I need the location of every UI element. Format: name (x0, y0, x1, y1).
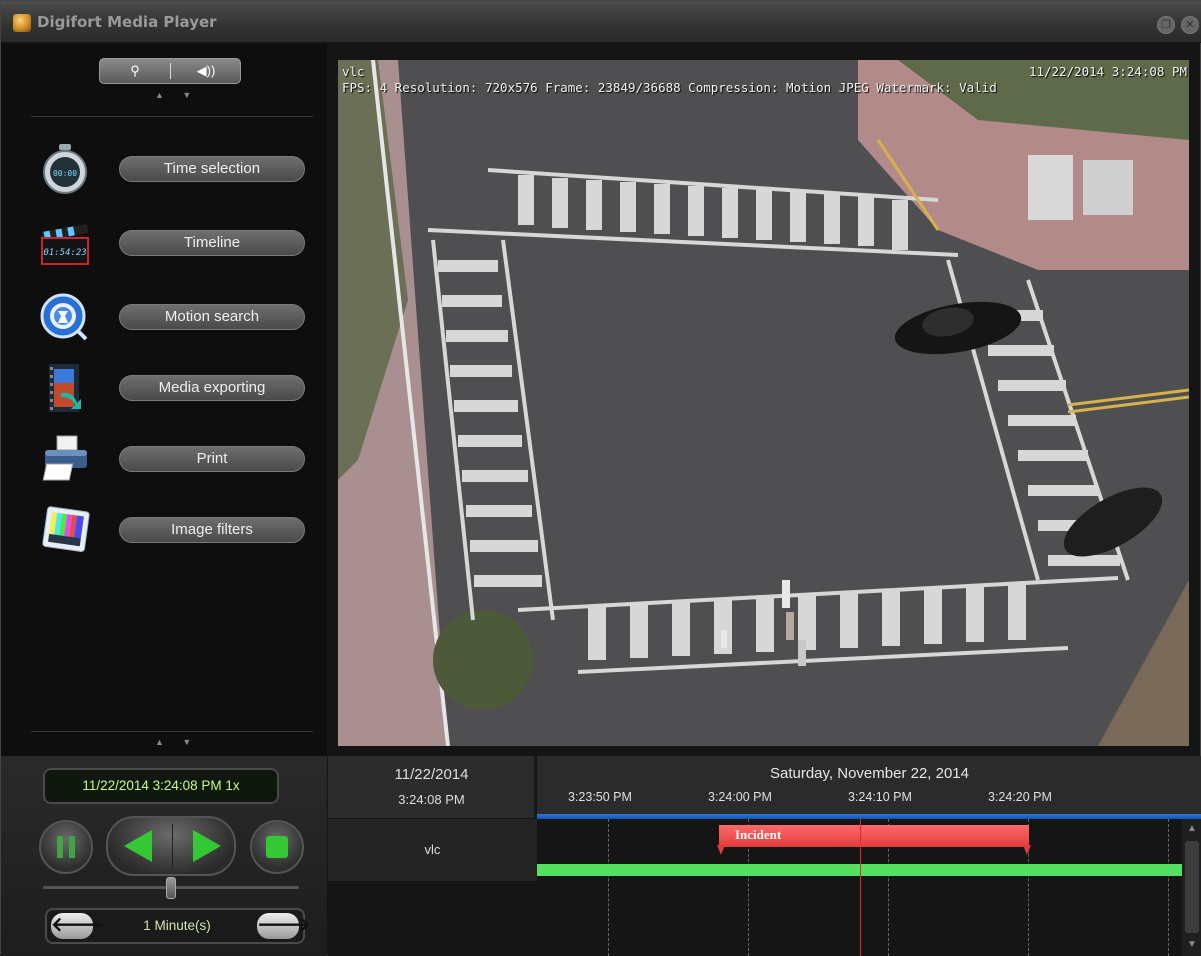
time-selection-button[interactable]: Time selection (119, 156, 305, 182)
current-time-display: 11/22/2014 3:24:08 PM 1x (43, 768, 279, 804)
print-button[interactable]: Print (119, 446, 305, 472)
svg-text:00:00: 00:00 (53, 169, 77, 178)
motion-search-icon (40, 293, 88, 341)
scrollbar-thumb[interactable] (1185, 841, 1199, 933)
film-export-icon (49, 364, 81, 412)
tick-label: 3:24:10 PM (848, 790, 912, 804)
stop-button[interactable] (250, 820, 304, 874)
stop-icon (266, 836, 288, 858)
video-view[interactable]: vlc FPS: 4 Resolution: 720x576 Frame: 23… (338, 60, 1189, 746)
menu-item-print[interactable]: Print (35, 432, 307, 488)
timeline-button[interactable]: Timeline (119, 230, 305, 256)
media-player-window: Digifort Media Player ❐ ✕ ⚲ ◀)) ▲ ▼ 00:0… (0, 0, 1201, 956)
playback-cursor[interactable] (860, 819, 861, 956)
scroll-arrows-bottom[interactable]: ▲ ▼ (155, 737, 199, 747)
step-forward-button[interactable]: 🡒 (257, 913, 311, 939)
timestamp-overlay: 11/22/2014 3:24:08 PM (1028, 64, 1187, 79)
timeline-scrollbar[interactable]: ▲ ▼ (1182, 819, 1201, 956)
track-label: vlc (328, 819, 537, 881)
media-exporting-button[interactable]: Media exporting (119, 375, 305, 401)
stopwatch-icon: 00:00 (43, 144, 87, 194)
tick-label: 3:24:00 PM (708, 790, 772, 804)
timeline-date: 11/22/2014 (394, 766, 469, 783)
window-title: Digifort Media Player (37, 13, 217, 31)
play-direction-group (106, 816, 236, 876)
incident-end-marker (1023, 845, 1031, 855)
step-interval-control: 🡐 1 Minute(s) 🡒 (45, 908, 311, 944)
play-backward-icon[interactable] (108, 818, 172, 874)
stream-info-overlay: FPS: 4 Resolution: 720x576 Frame: 23849/… (342, 80, 997, 95)
svg-text:01:54:23: 01:54:23 (43, 248, 86, 258)
mode-toggle: ⚲ ◀)) (99, 58, 241, 84)
playback-controls: 11/22/2014 3:24:08 PM 1x 🡐 1 Minute(s) 🡒 (1, 756, 327, 956)
timeline-gridline (608, 819, 609, 956)
menu-item-time-selection[interactable]: 00:00 Time selection (35, 142, 307, 198)
motion-search-button[interactable]: Motion search (119, 304, 305, 330)
step-back-button[interactable]: 🡐 (51, 913, 105, 939)
incident-start-marker (717, 845, 725, 855)
image-filters-button[interactable]: Image filters (119, 517, 305, 543)
menu-item-image-filters[interactable]: Image filters (35, 503, 307, 559)
restore-button[interactable]: ❐ (1157, 16, 1175, 34)
tick-label: 3:23:50 PM (568, 790, 632, 804)
speaker-icon[interactable]: ◀)) (171, 59, 241, 83)
camera-frame (338, 60, 1189, 746)
scroll-arrows-top[interactable]: ▲ ▼ (155, 90, 199, 100)
menu-item-media-exporting[interactable]: Media exporting (35, 361, 307, 417)
timeline-day: Saturday, November 22, 2014 (769, 765, 969, 782)
divider-bottom (31, 731, 313, 732)
app-logo-icon (13, 14, 31, 32)
scroll-down-icon[interactable]: ▼ (1182, 939, 1201, 950)
pause-icon (57, 836, 75, 858)
printer-icon (42, 435, 87, 481)
timeline-time: 3:24:08 PM (398, 792, 465, 807)
step-interval-label: 1 Minute(s) (143, 918, 211, 933)
incident-label: Incident (735, 827, 782, 842)
timeline-header[interactable]: Saturday, November 22, 2014 3:23:50 PM 3… (537, 756, 1201, 814)
title-bar[interactable]: Digifort Media Player ❐ ✕ (1, 1, 1201, 43)
joystick-icon[interactable]: ⚲ (100, 59, 170, 83)
scroll-up-icon[interactable]: ▲ (1182, 823, 1201, 834)
incident-event[interactable]: Incident (717, 825, 1031, 855)
speed-slider-thumb[interactable] (166, 877, 176, 899)
sidebar: ⚲ ◀)) ▲ ▼ 00:00 Time selection 01:54:23 … (1, 44, 327, 756)
menu-item-motion-search[interactable]: Motion search (35, 290, 307, 346)
menu-item-timeline[interactable]: 01:54:23 Timeline (35, 216, 307, 272)
tick-label: 3:24:20 PM (988, 790, 1052, 804)
pause-button[interactable] (39, 820, 93, 874)
divider-top (31, 116, 313, 117)
image-filter-icon (42, 506, 90, 552)
timeline-current-date: 11/22/2014 3:24:08 PM (328, 756, 535, 818)
play-forward-icon[interactable] (173, 818, 237, 874)
clapperboard-icon: 01:54:23 (41, 224, 89, 265)
camera-name-overlay: vlc (342, 64, 365, 79)
close-button[interactable]: ✕ (1181, 16, 1199, 34)
timeline-gridline (1168, 819, 1169, 956)
